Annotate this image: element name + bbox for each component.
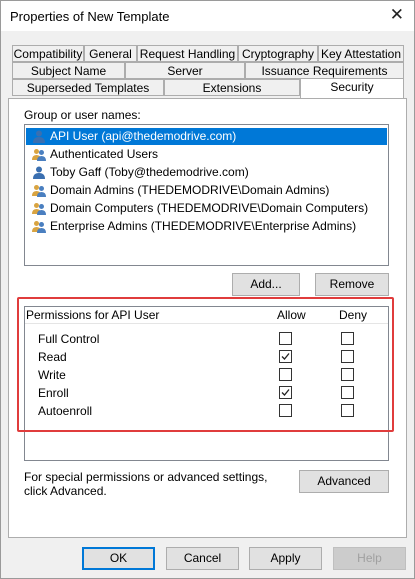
add-button[interactable]: Add... (232, 273, 300, 296)
list-item[interactable]: Domain Admins (THEDEMODRIVE\Domain Admin… (26, 182, 387, 199)
user-list[interactable]: API User (api@thedemodrive.com) Authenti… (24, 124, 389, 266)
user-name: Enterprise Admins (THEDEMODRIVE\Enterpri… (50, 219, 357, 233)
special-permissions-text: For special permissions or advanced sett… (24, 470, 268, 498)
user-name: Domain Computers (THEDEMODRIVE\Domain Co… (50, 201, 369, 215)
remove-button[interactable]: Remove (315, 273, 389, 296)
list-item[interactable]: Enterprise Admins (THEDEMODRIVE\Enterpri… (26, 218, 387, 235)
list-item[interactable]: API User (api@thedemodrive.com) (26, 128, 387, 145)
tab-compatibility[interactable]: Compatibility (12, 45, 84, 62)
list-item[interactable]: Toby Gaff (Toby@thedemodrive.com) (26, 164, 387, 181)
user-name: Domain Admins (THEDEMODRIVE\Domain Admin… (50, 183, 330, 197)
title-bar: Properties of New Template ✕ (1, 1, 414, 31)
tab-general[interactable]: General (84, 45, 137, 62)
tab-key-attestation[interactable]: Key Attestation (318, 45, 404, 62)
window-title: Properties of New Template (10, 9, 170, 24)
users-group-icon (32, 221, 46, 233)
list-item[interactable]: Authenticated Users (26, 146, 387, 163)
users-group-icon (32, 185, 46, 197)
user-name: Authenticated Users (50, 147, 159, 161)
group-or-user-names-label: Group or user names: (24, 108, 141, 122)
user-name: API User (api@thedemodrive.com) (50, 129, 237, 143)
user-icon (33, 130, 45, 143)
user-name: Toby Gaff (Toby@thedemodrive.com) (50, 165, 249, 179)
tab-cryptography[interactable]: Cryptography (238, 45, 318, 62)
close-icon[interactable]: ✕ (390, 5, 404, 25)
tab-request-handling[interactable]: Request Handling (137, 45, 238, 62)
tab-superseded-templates[interactable]: Superseded Templates (12, 79, 164, 96)
tab-security[interactable]: Security (300, 78, 404, 98)
tab-issuance-requirements[interactable]: Issuance Requirements (245, 62, 404, 79)
users-group-icon (32, 149, 46, 161)
tab-extensions[interactable]: Extensions (164, 79, 300, 96)
apply-button[interactable]: Apply (249, 547, 322, 570)
tab-server[interactable]: Server (125, 62, 245, 79)
advanced-button[interactable]: Advanced (299, 470, 389, 493)
cancel-button[interactable]: Cancel (166, 547, 239, 570)
tab-subject-name[interactable]: Subject Name (12, 62, 125, 79)
list-item[interactable]: Domain Computers (THEDEMODRIVE\Domain Co… (26, 200, 387, 217)
users-group-icon (32, 203, 46, 215)
help-button[interactable]: Help (333, 547, 406, 570)
properties-dialog: Properties of New Template ✕ Compatibili… (0, 0, 415, 579)
highlight-box (17, 297, 394, 432)
user-icon (33, 166, 45, 179)
ok-button[interactable]: OK (82, 547, 155, 570)
